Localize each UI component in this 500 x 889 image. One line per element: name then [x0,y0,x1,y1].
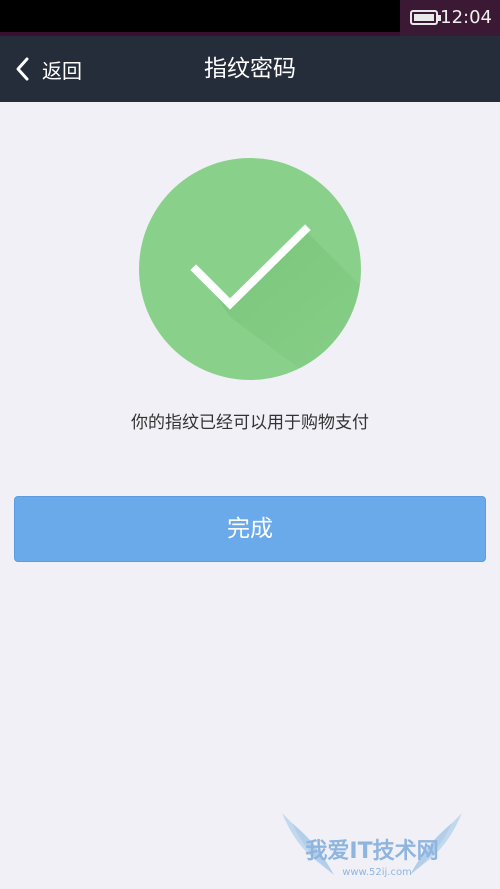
back-button[interactable]: 返回 [12,36,112,102]
chevron-left-icon [16,57,29,81]
checkmark-circle-icon [139,158,361,380]
watermark-logo: 我爱IT技术网 www.52ij.com [282,813,462,878]
battery-icon [410,10,441,25]
status-clock: 12:04 [440,7,492,28]
nav-bar: 返回 指纹密码 [0,36,500,102]
svg-text:www.52ij.com: www.52ij.com [342,867,412,878]
success-message: 你的指纹已经可以用于购物支付 [131,413,369,433]
done-button[interactable]: 完成 [14,496,486,562]
svg-text:我爱IT技术网: 我爱IT技术网 [305,839,438,864]
success-indicator [138,157,362,381]
status-bar: 12:04 [0,0,500,36]
back-label: 返回 [42,58,82,83]
